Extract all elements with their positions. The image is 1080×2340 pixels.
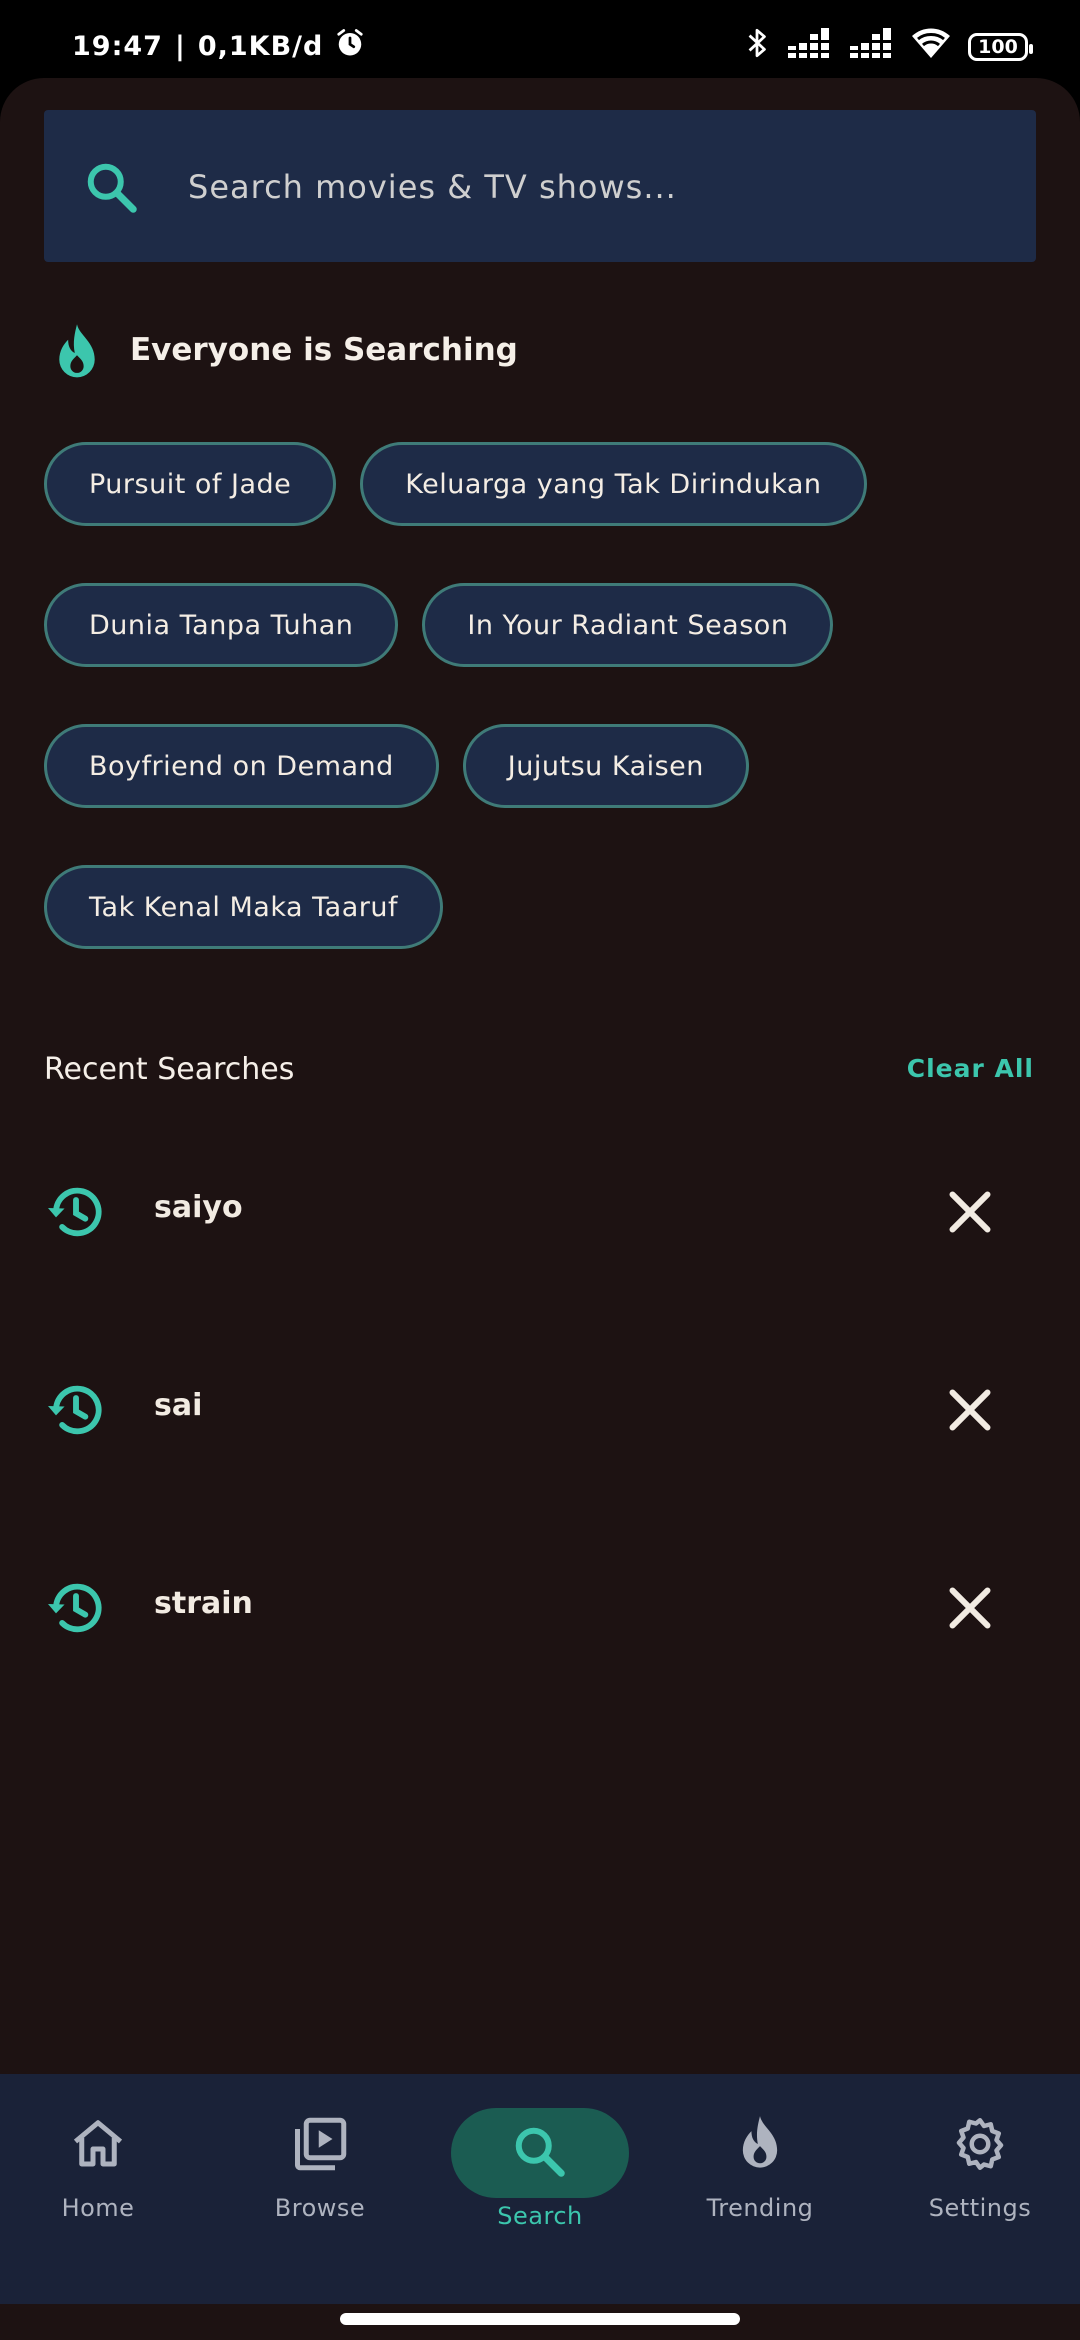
trending-chip[interactable]: In Your Radiant Season — [422, 583, 834, 667]
browse-icon — [290, 2114, 350, 2174]
chip-row: Pursuit of Jade Keluarga yang Tak Dirind… — [44, 442, 1044, 526]
status-bar: 19:47 | 0,1KB/d 100 — [0, 0, 1080, 78]
gear-icon — [950, 2114, 1010, 2174]
flame-icon — [50, 322, 104, 384]
search-input[interactable] — [186, 150, 990, 224]
nav-label: Browse — [274, 2194, 366, 2222]
nav-item-home[interactable]: Home — [8, 2114, 188, 2264]
status-time: 19:47 — [72, 31, 163, 62]
nav-item-browse[interactable]: Browse — [230, 2114, 410, 2264]
chip-row: Tak Kenal Maka Taaruf — [44, 865, 1044, 949]
nav-label: Trending — [706, 2194, 814, 2222]
trending-chip[interactable]: Keluarga yang Tak Dirindukan — [360, 442, 867, 526]
signal-icon — [788, 28, 832, 65]
trending-chip[interactable]: Pursuit of Jade — [44, 442, 337, 526]
trending-chip[interactable]: Dunia Tanpa Tuhan — [44, 583, 399, 667]
search-bar[interactable] — [44, 110, 1036, 262]
home-indicator[interactable] — [340, 2313, 740, 2325]
close-icon[interactable] — [940, 1380, 1000, 1440]
search-icon — [510, 2122, 570, 2182]
close-icon[interactable] — [940, 1182, 1000, 1242]
recent-search-label: saiyo — [154, 1190, 243, 1225]
chip-row: Boyfriend on Demand Jujutsu Kaisen — [44, 724, 1044, 808]
history-icon — [44, 1180, 108, 1244]
recent-search-item[interactable]: sai — [0, 1348, 1080, 1468]
trending-chip[interactable]: Boyfriend on Demand — [44, 724, 439, 808]
bluetooth-icon — [744, 26, 770, 67]
recent-searches-title: Recent Searches — [44, 1052, 295, 1087]
battery-icon: 100 — [968, 32, 1033, 61]
trending-chip[interactable]: Tak Kenal Maka Taaruf — [44, 865, 443, 949]
flame-icon — [730, 2114, 790, 2174]
status-left: 19:47 | 0,1KB/d — [72, 28, 365, 65]
nav-label: Home — [61, 2194, 135, 2222]
recent-search-item[interactable]: saiyo — [0, 1150, 1080, 1270]
nav-item-trending[interactable]: Trending — [670, 2114, 850, 2264]
home-icon — [68, 2114, 128, 2174]
close-icon[interactable] — [940, 1578, 1000, 1638]
chip-row: Dunia Tanpa Tuhan In Your Radiant Season — [44, 583, 1044, 667]
trending-chip[interactable]: Jujutsu Kaisen — [462, 724, 749, 808]
status-separator: | — [174, 31, 186, 62]
history-icon — [44, 1576, 108, 1640]
nav-item-search[interactable]: Search — [450, 2108, 630, 2264]
recent-search-label: sai — [154, 1388, 203, 1423]
trending-chips: Pursuit of Jade Keluarga yang Tak Dirind… — [44, 442, 1044, 1006]
battery-level: 100 — [978, 35, 1018, 58]
signal-icon — [850, 28, 894, 65]
nav-item-settings[interactable]: Settings — [890, 2114, 1070, 2264]
history-icon — [44, 1378, 108, 1442]
bottom-nav: Home Browse Search Trending Settings — [0, 2074, 1080, 2304]
wifi-icon — [912, 28, 950, 65]
recent-search-label: strain — [154, 1586, 253, 1621]
nav-label: Search — [497, 2202, 583, 2230]
clear-all-button[interactable]: Clear All — [907, 1054, 1034, 1083]
app-surface: Everyone is Searching Pursuit of Jade Ke… — [0, 78, 1080, 2340]
recent-search-item[interactable]: strain — [0, 1546, 1080, 1666]
status-right: 100 — [744, 26, 1033, 67]
trending-section-title: Everyone is Searching — [130, 332, 518, 368]
network-speed: 0,1KB/d — [197, 31, 324, 62]
search-icon[interactable] — [82, 158, 142, 218]
nav-label: Settings — [928, 2194, 1032, 2222]
alarm-icon — [335, 28, 365, 65]
